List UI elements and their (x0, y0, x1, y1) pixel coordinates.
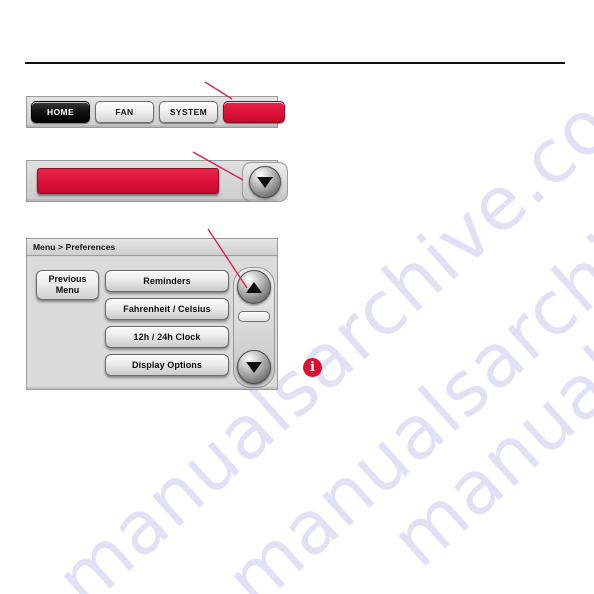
info-icon: i (303, 358, 322, 377)
scroll-down-button[interactable] (249, 166, 281, 198)
previous-menu-button[interactable]: Previous Menu (36, 270, 99, 300)
tab-fan[interactable]: FAN (95, 101, 154, 123)
previous-menu-label-line1: Previous (48, 274, 87, 284)
menu-body: Previous Menu Reminders Fahrenheit / Cel… (27, 257, 277, 389)
preferences-menu-panel: Menu > Preferences Previous Menu Reminde… (26, 238, 278, 390)
watermark-text: manualsarchive.com (375, 0, 594, 584)
highlighted-menu-row[interactable] (37, 168, 219, 194)
tab-system[interactable]: SYSTEM (159, 101, 218, 123)
chevron-up-icon (246, 281, 262, 293)
header-divider-rule (25, 62, 565, 64)
menu-item-display-options[interactable]: Display Options (105, 354, 229, 376)
tab-row: HOME FAN SYSTEM (31, 101, 285, 123)
info-icon-glyph: i (310, 360, 315, 375)
menu-scroll-down-button[interactable] (237, 350, 271, 384)
chevron-down-icon (246, 361, 262, 373)
menu-item-fahrenheit-celsius[interactable]: Fahrenheit / Celsius (105, 298, 229, 320)
scroll-position-indicator[interactable] (238, 311, 270, 322)
scroll-bar-panel (26, 160, 288, 202)
menu-item-reminders[interactable]: Reminders (105, 270, 229, 292)
tab-highlighted-menu[interactable] (223, 101, 285, 123)
chevron-down-icon (257, 176, 273, 188)
tab-home[interactable]: HOME (31, 101, 90, 123)
previous-menu-label-line2: Menu (55, 285, 80, 295)
menu-item-12h-24h-clock[interactable]: 12h / 24h Clock (105, 326, 229, 348)
menu-item-list: Reminders Fahrenheit / Celsius 12h / 24h… (105, 270, 229, 382)
breadcrumb: Menu > Preferences (27, 239, 277, 256)
thermostat-tab-bar-panel: HOME FAN SYSTEM (26, 96, 285, 128)
menu-scroll-up-button[interactable] (237, 270, 271, 304)
